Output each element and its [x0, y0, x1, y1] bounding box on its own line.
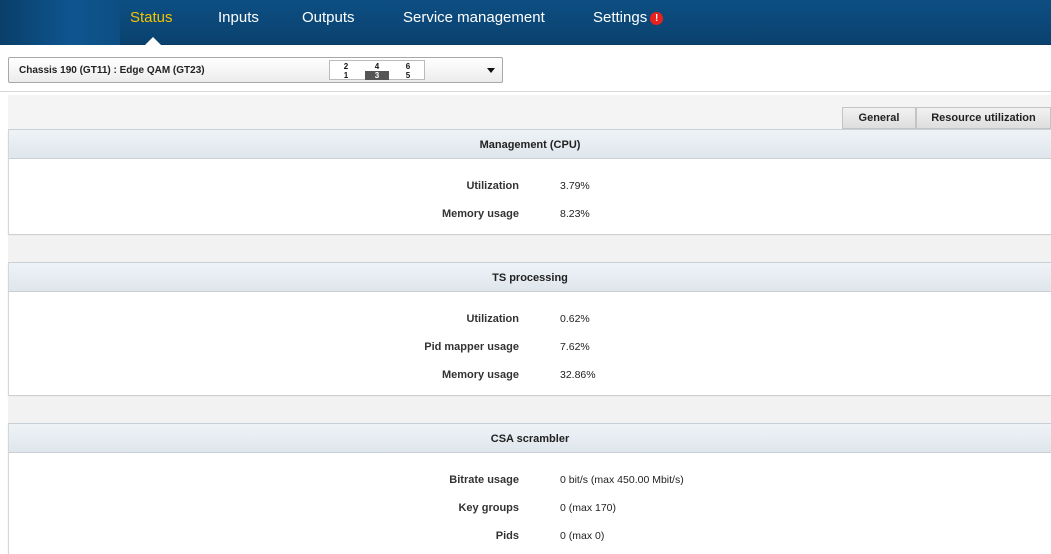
- slot-5[interactable]: 5: [396, 71, 420, 80]
- stat-value: 0 (max 0): [560, 530, 605, 542]
- tab-general[interactable]: General: [842, 107, 916, 129]
- stat-row: Bitrate usage 0 bit/s (max 450.00 Mbit/s…: [9, 465, 1051, 493]
- slot-2[interactable]: 2: [334, 62, 358, 71]
- stat-label: Memory usage: [441, 369, 519, 381]
- stat-value: 0 bit/s (max 450.00 Mbit/s): [560, 474, 684, 486]
- chassis-selector-bar: Chassis 190 (GT11) : Edge QAM (GT23) 2 4…: [0, 45, 1051, 92]
- chassis-dropdown-label: Chassis 190 (GT11) : Edge QAM (GT23): [19, 65, 205, 76]
- stat-row: Memory usage 8.23%: [9, 199, 1051, 227]
- panel-separator: [8, 397, 1051, 423]
- stat-value: 0 (max 170): [560, 502, 617, 514]
- nav-item-outputs[interactable]: Outputs: [302, 9, 355, 26]
- stat-label: Key groups: [458, 502, 519, 514]
- slot-6[interactable]: 6: [396, 62, 420, 71]
- logo-area: [0, 0, 120, 45]
- stat-row: Utilization 0.62%: [9, 304, 1051, 332]
- stat-row: Pids 0 (max 0): [9, 521, 1051, 549]
- stat-row: Memory usage 32.86%: [9, 360, 1051, 388]
- panel-title: TS processing: [9, 262, 1051, 292]
- nav-item-inputs[interactable]: Inputs: [218, 9, 259, 26]
- stat-row: Utilization 3.79%: [9, 171, 1051, 199]
- top-navigation-bar: Status Inputs Outputs Service management…: [0, 0, 1051, 45]
- panel-csa-scrambler: CSA scrambler Bitrate usage 0 bit/s (max…: [8, 423, 1051, 554]
- active-tab-caret-icon: [145, 37, 161, 45]
- alert-icon: !: [650, 12, 664, 25]
- stat-label: Utilization: [466, 313, 519, 325]
- stat-value: 0.62%: [560, 313, 590, 325]
- panel-title: Management (CPU): [9, 129, 1051, 159]
- nav-item-settings-label: Settings: [593, 9, 648, 26]
- nav-item-service-management[interactable]: Service management: [403, 9, 545, 26]
- slot-grid: 2 4 6 1 3 5: [329, 60, 425, 80]
- chevron-down-icon[interactable]: [487, 68, 495, 73]
- panel-separator: [8, 236, 1051, 262]
- nav-item-status[interactable]: Status: [130, 9, 173, 26]
- stat-value: 8.23%: [560, 208, 590, 220]
- stat-label: Bitrate usage: [449, 474, 519, 486]
- slot-1[interactable]: 1: [334, 71, 358, 80]
- stat-label: Pids: [495, 530, 519, 542]
- stat-row: Key groups 0 (max 170): [9, 493, 1051, 521]
- stat-label: Utilization: [466, 180, 519, 192]
- tab-resource-utilization[interactable]: Resource utilization: [916, 107, 1051, 129]
- tab-strip: General Resource utilization: [8, 95, 1051, 129]
- panel-management-cpu: Management (CPU) Utilization 3.79% Memor…: [8, 129, 1051, 235]
- stat-row: Pid mapper usage 7.62%: [9, 332, 1051, 360]
- stat-value: 32.86%: [560, 369, 596, 381]
- panel-title: CSA scrambler: [9, 423, 1051, 453]
- slot-4[interactable]: 4: [365, 62, 389, 71]
- slot-3-selected[interactable]: 3: [365, 71, 389, 80]
- chassis-dropdown[interactable]: Chassis 190 (GT11) : Edge QAM (GT23) 2 4…: [8, 57, 503, 83]
- nav-item-settings[interactable]: Settings!: [593, 9, 664, 26]
- stat-value: 7.62%: [560, 341, 590, 353]
- stat-value: 3.79%: [560, 180, 590, 192]
- panel-ts-processing: TS processing Utilization 0.62% Pid mapp…: [8, 262, 1051, 396]
- stat-label: Memory usage: [441, 208, 519, 220]
- stat-label: Pid mapper usage: [424, 341, 519, 353]
